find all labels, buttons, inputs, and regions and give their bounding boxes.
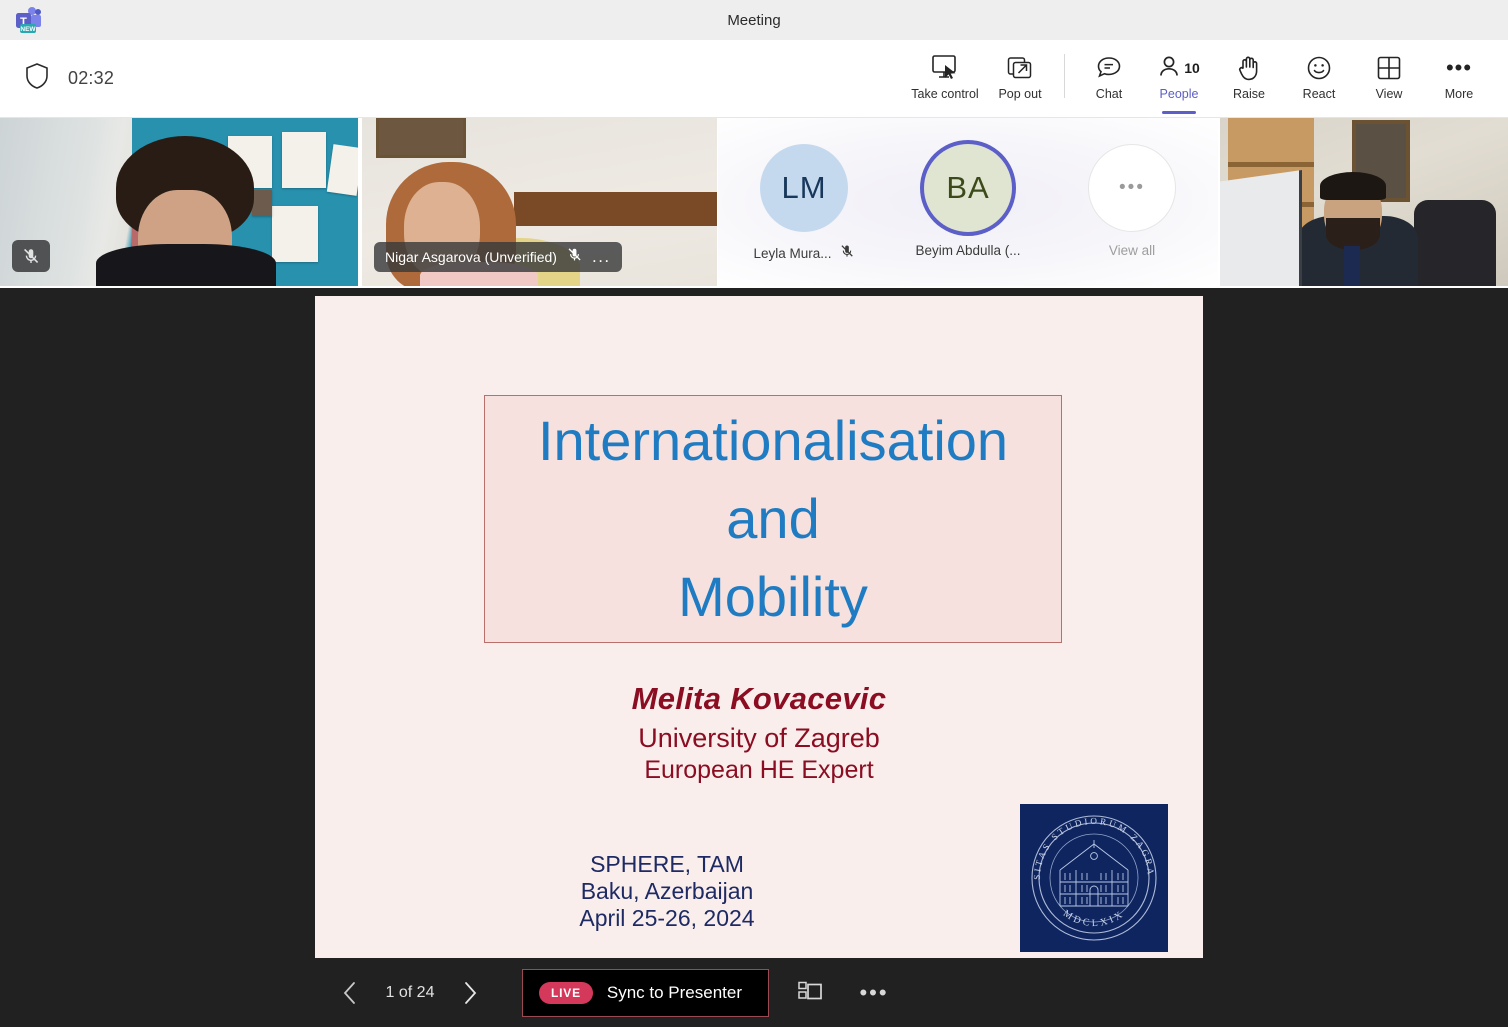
chat-button[interactable]: Chat	[1074, 46, 1144, 112]
slide-title-box: Internationalisation and Mobility	[484, 395, 1062, 643]
people-label: People	[1159, 87, 1199, 101]
chat-label: Chat	[1095, 87, 1123, 101]
more-label: More	[1444, 87, 1474, 101]
mic-muted-badge	[12, 240, 50, 272]
pop-out-icon	[1006, 52, 1034, 84]
slide-page-indicator: 1 of 24	[385, 984, 435, 1001]
event-line: April 25-26, 2024	[579, 905, 755, 931]
author-name: Melita Kovacevic	[631, 681, 887, 716]
mic-muted-icon	[839, 243, 855, 264]
view-button[interactable]: View	[1354, 46, 1424, 112]
chevron-right-icon	[465, 982, 477, 1004]
participant-avatar-item[interactable]: BA Beyim Abdulla (...	[908, 144, 1028, 258]
pop-out-button[interactable]: Pop out	[985, 46, 1055, 112]
take-control-icon	[930, 52, 960, 84]
view-label: View	[1375, 87, 1403, 101]
video-tile[interactable]	[0, 118, 358, 286]
teams-meeting-window: T NEW Meeting 02:32 Take control Pop out…	[0, 0, 1508, 1027]
participant-avatar-item[interactable]: LM Leyla Mura...	[744, 144, 864, 264]
slide-author-block: Melita Kovacevic University of Zagreb Eu…	[315, 681, 1203, 785]
window-title-bar: T NEW Meeting	[0, 0, 1508, 40]
people-count: 10	[1184, 60, 1200, 76]
pop-out-label: Pop out	[998, 87, 1042, 101]
author-role: European HE Expert	[644, 756, 874, 784]
view-all-participants-button[interactable]: ••• View all	[1072, 144, 1192, 258]
event-line: Baku, Azerbaijan	[580, 878, 754, 904]
window-title: Meeting	[727, 11, 781, 29]
video-feed	[0, 118, 358, 286]
previous-slide-button[interactable]	[330, 973, 370, 1013]
more-dots-icon: •••	[1445, 55, 1473, 80]
university-of-zagreb-seal-icon: UNIVERSITAS STUDIORUM ZAGRABIENSIS MDCLX…	[1015, 796, 1168, 952]
slide-more-options-button[interactable]: •••	[851, 970, 897, 1016]
slide-thumbnails-icon	[798, 981, 822, 1000]
avatar: LM	[760, 144, 848, 232]
view-grid-icon	[1375, 52, 1403, 84]
slide-title-line: and	[726, 487, 820, 550]
mic-muted-icon	[566, 246, 583, 268]
people-icon: 10	[1158, 52, 1200, 84]
people-button[interactable]: 10 People	[1144, 46, 1214, 114]
author-affiliation: University of Zagreb	[638, 723, 880, 753]
presentation-slide[interactable]: Internationalisation and Mobility Melita…	[315, 296, 1203, 958]
participant-video-strip: Nigar Asgarova (Unverified) ... LM Leyla…	[0, 118, 1508, 286]
slide-thumbnails-button[interactable]	[787, 970, 833, 1016]
participant-name: Nigar Asgarova (Unverified)	[385, 249, 557, 265]
people-active-indicator	[1162, 111, 1196, 114]
ellipsis-icon: •••	[1088, 144, 1176, 232]
chat-icon	[1095, 52, 1123, 84]
react-label: React	[1302, 87, 1336, 101]
take-control-button[interactable]: Take control	[905, 46, 985, 112]
meeting-toolbar: 02:32 Take control Pop out Chat 10 Peopl…	[0, 40, 1508, 118]
participant-name-pill[interactable]: Nigar Asgarova (Unverified) ...	[374, 242, 622, 272]
microsoft-teams-logo-icon: T NEW	[12, 5, 44, 35]
next-slide-button[interactable]	[450, 973, 490, 1013]
teams-new-badge-text: NEW	[20, 26, 36, 33]
meeting-timer: 02:32	[68, 68, 115, 88]
more-button[interactable]: ••• More	[1424, 46, 1494, 112]
video-feed	[1220, 118, 1508, 286]
avatar-name: Leyla Mura...	[753, 246, 832, 261]
video-tile[interactable]	[1220, 118, 1508, 286]
view-all-label: View all	[1108, 243, 1156, 258]
shield-icon	[24, 62, 50, 95]
take-control-label: Take control	[911, 87, 979, 101]
react-smiley-icon	[1305, 52, 1333, 84]
react-button[interactable]: React	[1284, 46, 1354, 112]
slide-control-bar: 1 of 24 LIVE Sync to Presenter •••	[0, 959, 1508, 1027]
slide-title-line: Mobility	[678, 565, 868, 628]
raise-hand-button[interactable]: Raise	[1214, 46, 1284, 112]
event-line: SPHERE, TAM	[590, 851, 744, 877]
video-tile[interactable]: Nigar Asgarova (Unverified) ...	[362, 118, 717, 286]
more-dots-icon: •••	[859, 980, 889, 1005]
shared-content-stage: Internationalisation and Mobility Melita…	[0, 288, 1508, 1027]
raise-hand-label: Raise	[1233, 87, 1265, 101]
avatar-participants-panel: LM Leyla Mura... BA Beyim Abdulla (... •…	[718, 118, 1218, 286]
sync-to-presenter-label: Sync to Presenter	[606, 983, 742, 1002]
avatar-name: Beyim Abdulla (...	[915, 243, 1021, 258]
meeting-security-group: 02:32	[24, 62, 114, 95]
slide-event-block: SPHERE, TAM Baku, Azerbaijan April 25-26…	[367, 851, 967, 932]
mic-muted-icon	[24, 248, 39, 263]
live-badge: LIVE	[539, 982, 593, 1004]
chevron-left-icon	[343, 982, 355, 1004]
raise-hand-icon	[1236, 52, 1262, 84]
sync-to-presenter-button[interactable]: LIVE Sync to Presenter	[522, 969, 769, 1017]
toolbar-actions: Take control Pop out Chat 10 People Rais…	[905, 46, 1494, 114]
participant-more-icon[interactable]: ...	[592, 248, 611, 265]
slide-title-line: Internationalisation	[537, 409, 1009, 472]
toolbar-divider	[1064, 54, 1065, 98]
avatar: BA	[924, 144, 1012, 232]
